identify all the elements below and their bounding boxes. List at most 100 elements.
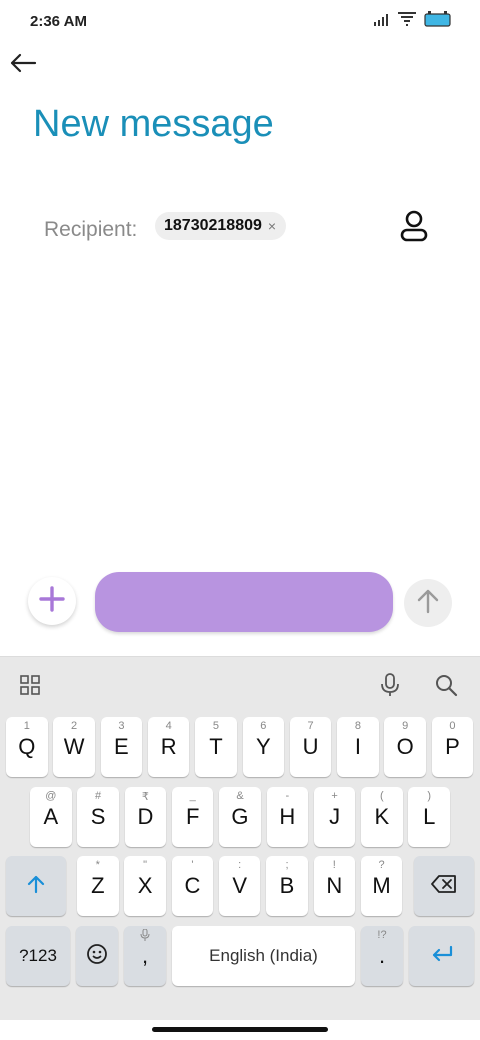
emoji-key[interactable] [76,926,118,986]
key-hint: 1 [23,720,30,732]
person-icon [399,210,429,247]
key-d[interactable]: ₹ D [124,787,167,847]
message-input[interactable] [95,572,393,632]
key-r[interactable]: 4R [147,717,190,777]
back-button[interactable] [6,50,40,80]
signal-icon [374,13,390,31]
key-label: O [396,734,414,759]
search-icon[interactable] [432,671,460,699]
symbols-key[interactable]: ?123 [6,926,70,986]
add-attachment-button[interactable] [28,577,76,625]
key-t[interactable]: 5T [195,717,237,777]
period-key[interactable]: !? . [361,926,403,986]
emoji-icon [86,943,108,970]
enter-key[interactable] [409,926,474,986]
key-x[interactable]: " X [124,856,166,916]
microphone-icon[interactable] [376,671,404,699]
keyboard-toolbar [0,657,480,713]
space-key-label: English (India) [209,946,318,965]
comma-key-label: , [141,943,149,968]
key-hint: 9 [402,720,409,732]
key-hint: 7 [307,720,314,732]
key-label: R [160,734,177,759]
key-j[interactable]: + J [313,787,356,847]
key-hint: ( [380,790,384,802]
key-label: W [63,734,85,759]
key-q[interactable]: 1Q [6,717,48,777]
key-z[interactable]: * Z [77,856,119,916]
key-hint: ) [427,790,432,802]
key-w[interactable]: 2W [53,717,95,777]
key-hint: _ [189,790,196,802]
battery-icon [424,11,452,32]
key-hint: 2 [71,720,78,732]
key-label: Y [255,734,271,759]
arrow-up-icon [416,588,440,619]
key-label: V [232,873,248,898]
wifi-icon [398,12,416,31]
key-label: N [326,873,343,898]
key-label: T [209,734,223,759]
key-g[interactable]: & G [219,787,261,847]
chip-remove-icon[interactable]: × [268,219,276,233]
comma-key[interactable]: , [124,926,166,986]
contacts-button[interactable] [396,210,432,246]
key-hint: ? [378,859,385,871]
key-f[interactable]: _ F [171,787,214,847]
backspace-key[interactable] [414,856,474,916]
key-label: K [374,804,390,829]
status-bar: 2:36 AM [0,0,480,42]
key-c[interactable]: ' C [171,856,214,916]
key-hint: & [236,790,244,802]
key-n[interactable]: ! N [313,856,356,916]
shift-icon [26,874,46,899]
key-label: D [137,804,154,829]
home-indicator[interactable] [152,1027,328,1032]
period-key-hint: !? [377,929,387,941]
key-label: L [423,804,436,829]
recipient-chip[interactable]: 18730218809 × [155,212,287,240]
key-hint: 6 [260,720,267,732]
key-k[interactable]: (K [361,787,403,847]
key-label: M [372,873,391,898]
key-p[interactable]: 0P [431,717,474,777]
backspace-icon [430,874,458,899]
key-a[interactable]: @ A [30,787,72,847]
key-m[interactable]: ? M [360,856,403,916]
key-hint: ; [285,859,289,871]
key-hint: - [285,790,290,802]
key-hint: 8 [354,720,361,732]
key-hint: " [143,859,148,871]
key-hint: * [95,859,100,871]
key-i[interactable]: 8I [337,717,379,777]
key-o[interactable]: 9O [384,717,426,777]
key-label: B [279,873,295,898]
page-title: New message [33,103,274,145]
key-s[interactable]: # S [77,787,119,847]
key-e[interactable]: 3E [100,717,143,777]
key-label: Z [91,873,105,898]
grid-icon[interactable] [16,671,44,699]
key-y[interactable]: 6Y [242,717,285,777]
key-l[interactable]: ) L [408,787,450,847]
key-hint: ' [191,859,194,871]
key-u[interactable]: 7U [289,717,332,777]
key-hint: 5 [212,720,220,732]
key-label: P [445,734,460,759]
arrow-left-icon [9,53,37,78]
key-hint: 0 [449,720,456,732]
key-b[interactable]: ; B [266,856,308,916]
key-hint: # [95,790,102,802]
key-label: E [114,734,129,759]
space-key[interactable]: English (India) [172,926,355,986]
key-hint: 4 [165,720,172,732]
key-label: C [184,873,201,898]
microphone-hint-icon [124,928,166,944]
plus-icon [39,585,65,617]
recipient-chip-number: 18730218809 [164,217,262,234]
key-v[interactable]: :V [218,856,261,916]
send-button[interactable] [404,579,452,627]
shift-key[interactable] [6,856,66,916]
key-label: A [43,804,59,829]
key-h[interactable]: -H [266,787,309,847]
